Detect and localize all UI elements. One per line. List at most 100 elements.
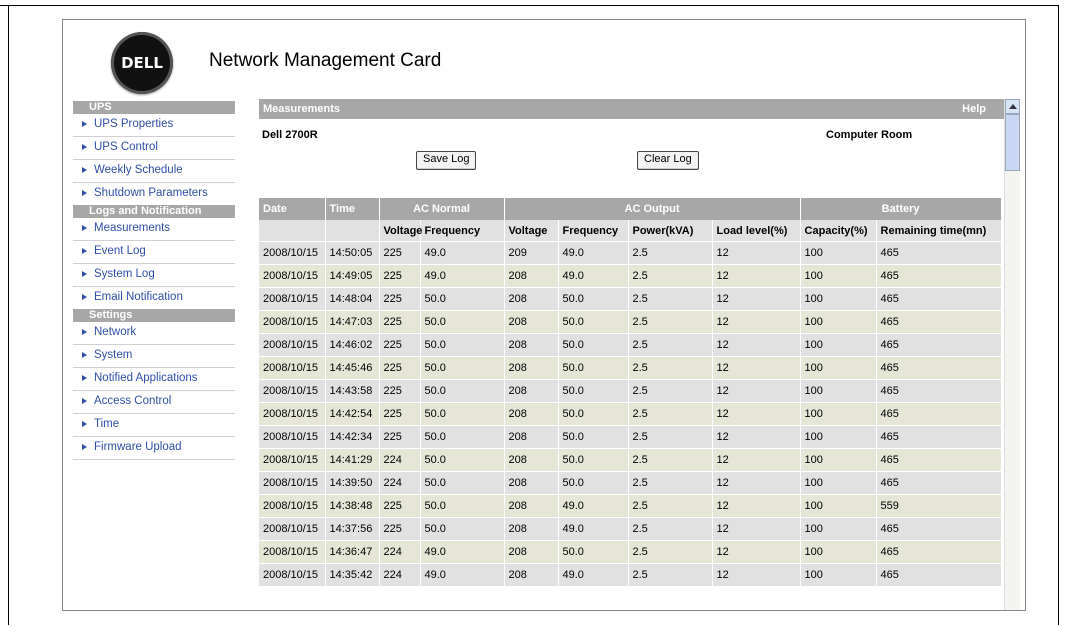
table-cell: 465: [876, 425, 1002, 449]
table-cell: 100: [800, 287, 877, 311]
sidebar-item-email-notification[interactable]: Email Notification: [73, 287, 235, 309]
table-cell: 12: [712, 402, 801, 426]
sidebar-item-access-control[interactable]: Access Control: [73, 391, 235, 414]
save-log-button[interactable]: Save Log: [416, 151, 477, 170]
table-cell: 2.5: [628, 356, 713, 380]
sidebar-item-firmware-upload[interactable]: Firmware Upload: [73, 437, 235, 460]
table-row: 2008/10/15 14:41:29 224 50.0 208 50.0 2.5 12 100…: [259, 448, 1002, 472]
sidebar-item-label: Measurements: [94, 222, 171, 234]
scroll-up-arrow-icon[interactable]: [1005, 99, 1020, 114]
arrow-right-icon: [82, 444, 87, 450]
table-cell: 465: [876, 402, 1002, 426]
sidebar-item-event-log[interactable]: Event Log: [73, 241, 235, 264]
sidebar-item-network[interactable]: Network: [73, 322, 235, 345]
table-cell: 2008/10/15: [259, 264, 326, 288]
col-ac-output: AC Output: [504, 198, 801, 220]
arrow-right-icon: [82, 225, 87, 231]
table-cell: 224: [379, 471, 421, 495]
sidebar-item-ups-control[interactable]: UPS Control: [73, 137, 235, 160]
table-cell: 50.0: [558, 310, 629, 334]
table-cell: 225: [379, 287, 421, 311]
table-cell: 465: [876, 517, 1002, 541]
table-cell: 208: [504, 264, 559, 288]
sidebar-item-time[interactable]: Time: [73, 414, 235, 437]
table-cell: 465: [876, 540, 1002, 564]
table-cell: 100: [800, 448, 877, 472]
sidebar-item-weekly-schedule[interactable]: Weekly Schedule: [73, 160, 235, 183]
table-cell: 14:36:47: [325, 540, 380, 564]
table-cell: 12: [712, 287, 801, 311]
table-cell: 12: [712, 471, 801, 495]
arrow-right-icon: [82, 294, 87, 300]
table-cell: 208: [504, 540, 559, 564]
scroll-thumb[interactable]: [1005, 114, 1020, 171]
table-row: 2008/10/15 14:38:48 225 50.0 208 49.0 2.5 12 100…: [259, 494, 1002, 518]
table-cell: 100: [800, 563, 877, 586]
table-cell: 465: [876, 563, 1002, 586]
table-body: 2008/10/15 14:50:05 225 49.0 209 49.0 2.5 12 100…: [259, 241, 1002, 586]
table-cell: 465: [876, 356, 1002, 380]
table-cell: 12: [712, 517, 801, 541]
table-row: 2008/10/15 14:39:50 224 50.0 208 50.0 2.5 12 100…: [259, 471, 1002, 495]
table-cell: 12: [712, 241, 801, 265]
table-cell: 14:41:29: [325, 448, 380, 472]
table-cell: 49.0: [420, 241, 505, 265]
table-cell: 2008/10/15: [259, 448, 326, 472]
table-cell: 2.5: [628, 425, 713, 449]
table-cell: 12: [712, 540, 801, 564]
table-cell: 49.0: [558, 241, 629, 265]
table-cell: 14:45:46: [325, 356, 380, 380]
table-cell: 2.5: [628, 402, 713, 426]
col-remaining-time: Remaining time(mn): [876, 220, 1002, 242]
table-cell: 465: [876, 448, 1002, 472]
table-cell: 100: [800, 264, 877, 288]
table-cell: 50.0: [558, 471, 629, 495]
table-cell: 50.0: [558, 402, 629, 426]
arrow-right-icon: [82, 190, 87, 196]
table-cell: 50.0: [558, 287, 629, 311]
table-cell: 100: [800, 356, 877, 380]
sidebar-item-notified-applications[interactable]: Notified Applications: [73, 368, 235, 391]
sidebar-item-ups-properties[interactable]: UPS Properties: [73, 114, 235, 137]
table-cell: 2008/10/15: [259, 310, 326, 334]
table-sub-header: Voltage Frequency Voltage Frequency Powe…: [259, 220, 1002, 242]
clear-log-button[interactable]: Clear Log: [637, 151, 699, 170]
table-cell: 208: [504, 494, 559, 518]
frame-right-border: [1058, 5, 1059, 625]
table-cell: 14:35:42: [325, 563, 380, 586]
table-cell: 208: [504, 517, 559, 541]
table-cell: 12: [712, 448, 801, 472]
table-cell: 465: [876, 264, 1002, 288]
frame-top-border: [0, 5, 1059, 6]
table-cell: 465: [876, 287, 1002, 311]
table-cell: 14:37:56: [325, 517, 380, 541]
table-cell: 2008/10/15: [259, 333, 326, 357]
table-cell: 100: [800, 540, 877, 564]
table-cell: 50.0: [420, 310, 505, 334]
help-link[interactable]: Help: [962, 99, 986, 119]
table-cell: 208: [504, 425, 559, 449]
table-cell: 50.0: [420, 379, 505, 403]
table-cell: 49.0: [420, 563, 505, 586]
sidebar-item-system-log[interactable]: System Log: [73, 264, 235, 287]
arrow-right-icon: [82, 121, 87, 127]
sidebar-item-shutdown-parameters[interactable]: Shutdown Parameters: [73, 183, 235, 205]
vertical-scrollbar[interactable]: [1004, 99, 1020, 610]
table-cell: 100: [800, 471, 877, 495]
table-cell: 208: [504, 402, 559, 426]
table-cell: 49.0: [558, 494, 629, 518]
table-cell: 50.0: [420, 356, 505, 380]
table-cell: 225: [379, 402, 421, 426]
table-cell: 100: [800, 310, 877, 334]
table-cell: 14:43:58: [325, 379, 380, 403]
sidebar-item-label: Access Control: [94, 395, 172, 407]
table-cell: 50.0: [420, 494, 505, 518]
table-cell: 208: [504, 379, 559, 403]
sidebar-item-label: UPS Control: [94, 141, 158, 153]
table-cell: 50.0: [558, 425, 629, 449]
table-row: 2008/10/15 14:36:47 224 49.0 208 50.0 2.5 12 100…: [259, 540, 1002, 564]
sidebar-item-measurements[interactable]: Measurements: [73, 218, 235, 241]
table-cell: 50.0: [420, 402, 505, 426]
sidebar-item-system[interactable]: System: [73, 345, 235, 368]
arrow-right-icon: [82, 352, 87, 358]
